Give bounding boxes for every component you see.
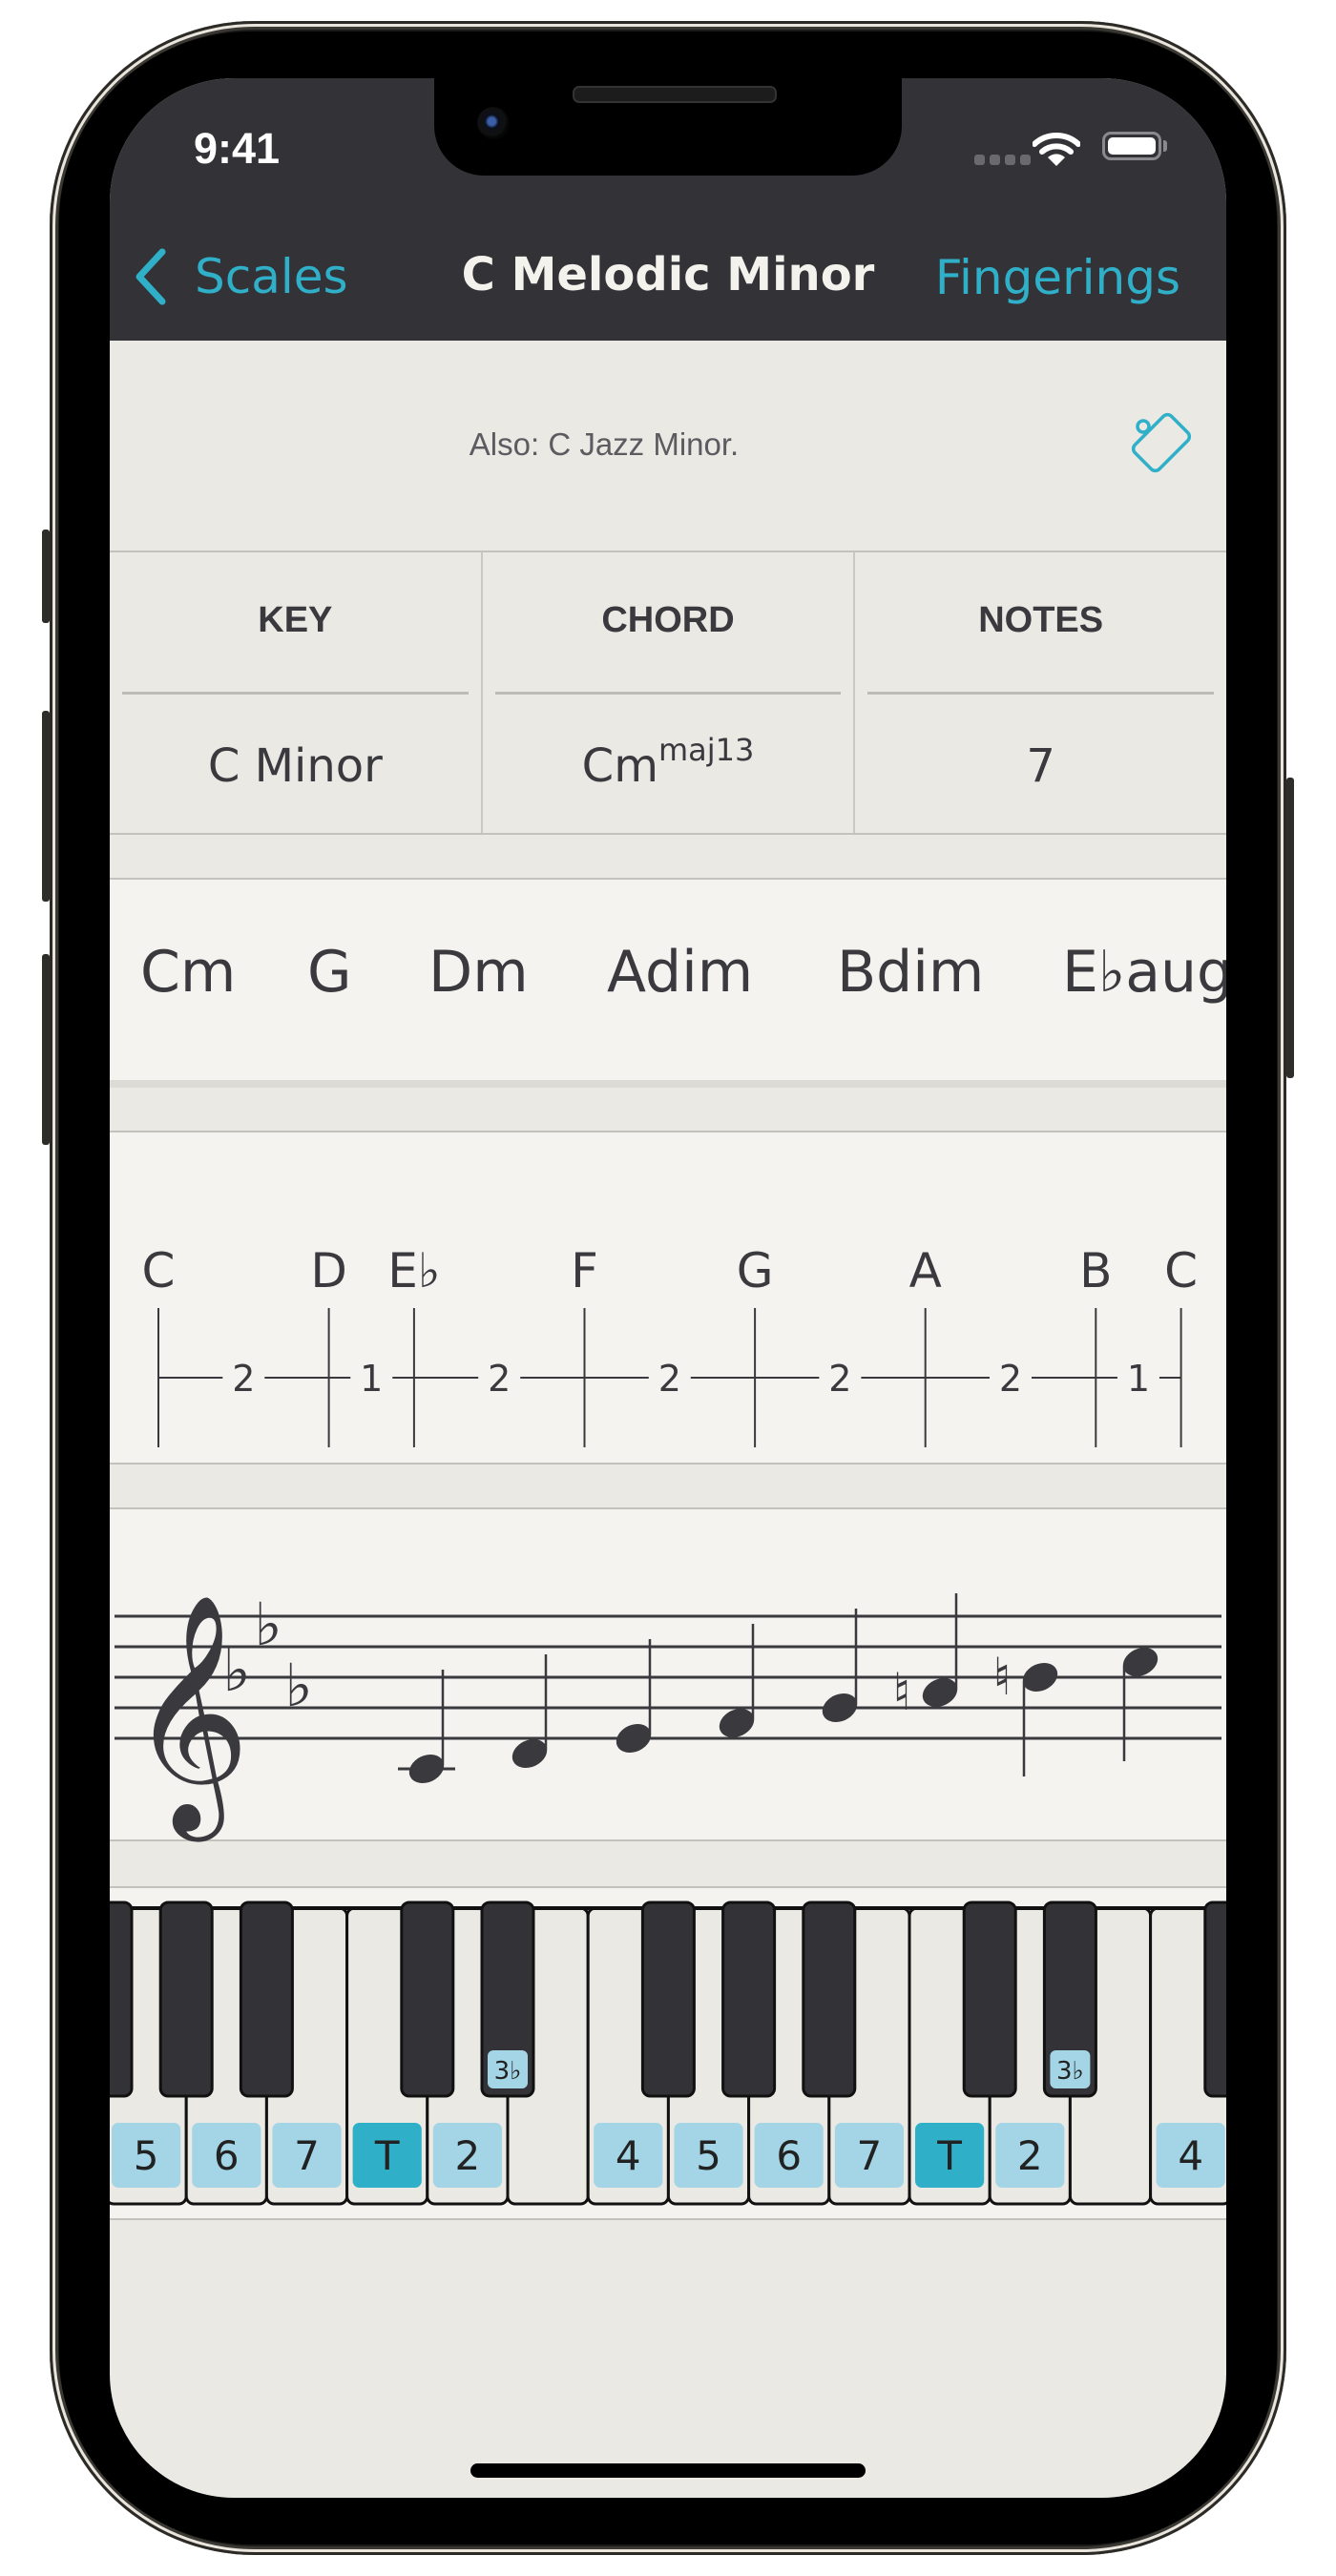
interval-step-label: 1 [1127, 1358, 1150, 1400]
interval-step-label: 2 [488, 1358, 511, 1400]
black-key-G♯ [721, 1901, 777, 2098]
divider [867, 692, 1215, 695]
chevron-left-icon [136, 248, 166, 305]
degree-badge-label: 4 [616, 2132, 641, 2179]
natural-accidental: ♮ [892, 1662, 910, 1722]
degree-badge-label: 2 [455, 2132, 481, 2179]
back-button[interactable]: Scales [134, 248, 348, 305]
chord-item[interactable]: E♭aug [1062, 939, 1226, 1006]
chord-strip[interactable]: Cm G Dm Adim Bdim E♭aug [110, 878, 1226, 1088]
black-key-F♯ [1203, 1901, 1226, 2098]
note-name-label: G [737, 1243, 774, 1298]
black-key-C♯ [400, 1901, 455, 2098]
interval-step-label: 1 [360, 1358, 383, 1400]
degree-label: 6 [910, 1461, 941, 1466]
info-col-chord: CHORD Cmmaj13 [483, 552, 856, 833]
note-name-label: D [310, 1243, 347, 1298]
note-name-label: E♭ [387, 1243, 440, 1298]
staff-svg: 𝄞♭♭♭ ♮ ♮ [115, 1589, 1221, 1842]
back-button-label: Scales [195, 249, 348, 304]
info-value: C Minor [207, 739, 383, 793]
degree-badge-label: 5 [134, 2132, 159, 2179]
black-key-G♯ [158, 1901, 214, 2098]
staff-notation: 𝄞 ♭ ♭ ♭ ♮ ♮ [110, 1507, 1226, 1842]
degree-badge-label: 6 [214, 2132, 240, 2179]
also-known-as-row: Also: C Jazz Minor. [110, 341, 1226, 551]
black-key-C♯ [962, 1901, 1017, 2098]
degree-label: 2 [314, 1461, 344, 1466]
degree-badge-label: 3♭ [1056, 2057, 1084, 2086]
volume-up-button [42, 711, 50, 902]
front-camera [477, 107, 510, 139]
wifi-icon [1033, 133, 1080, 166]
info-header: KEY [258, 600, 333, 640]
interval-step-label: 2 [999, 1358, 1022, 1400]
key-signature-flat: ♭ [254, 1589, 282, 1659]
note-name-label: F [571, 1243, 598, 1298]
degree-label: 5 [740, 1461, 770, 1466]
note-name-label: B [1079, 1243, 1112, 1298]
black-key-F♯ [110, 1901, 134, 2098]
interval-step-label: 2 [658, 1358, 681, 1400]
chord-item[interactable]: Cm [140, 939, 236, 1006]
divider [494, 692, 842, 695]
tag-icon[interactable] [1126, 407, 1198, 479]
degree-label: 4 [570, 1461, 600, 1466]
treble-clef-icon: 𝄞 [129, 1591, 250, 1842]
battery-icon [1102, 132, 1161, 160]
degree-label: 7 [1080, 1461, 1111, 1466]
degree-badge-label: T [374, 2132, 400, 2179]
degree-badge-label: T [936, 2132, 962, 2179]
mute-switch [42, 530, 50, 623]
chord-item[interactable]: G [307, 939, 352, 1006]
info-value: Cmmaj13 [581, 732, 755, 793]
battery-tip [1163, 140, 1167, 152]
screen: 9:41 Scales C Melodic Minor Fingerings A… [110, 78, 1226, 2498]
black-key-A♯ [802, 1901, 857, 2098]
black-key-A♯ [239, 1901, 294, 2098]
chord-item[interactable]: Adim [607, 939, 753, 1006]
degree-badge-label: 2 [1017, 2132, 1043, 2179]
degree-badge-label: 7 [294, 2132, 320, 2179]
chord-item[interactable]: Dm [428, 939, 529, 1006]
chord-item[interactable]: Bdim [837, 939, 984, 1006]
info-header: NOTES [978, 600, 1104, 640]
note-name-label: C [142, 1243, 176, 1298]
info-col-notes: NOTES 7 [855, 552, 1226, 833]
interval-step-label: 2 [828, 1358, 851, 1400]
black-key-F♯ [640, 1901, 696, 2098]
cellular-signal-icon [974, 155, 1031, 165]
note-name-label: A [909, 1243, 942, 1298]
side-button [1286, 778, 1294, 1078]
fingerings-button[interactable]: Fingerings [935, 250, 1180, 305]
interval-step-label: 2 [232, 1358, 255, 1400]
interval-diagram-svg: 2 1 2 2 2 2 1 C T D 2 E♭ 3♭ F 4 G 5 A 6 B 7 C T [142, 1243, 1199, 1516]
info-value: 7 [1026, 739, 1055, 793]
degree-badge-label: 5 [696, 2132, 721, 2179]
info-col-key: KEY C Minor [110, 552, 483, 833]
info-header: CHORD [601, 600, 735, 640]
key-signature-flat: ♭ [284, 1651, 312, 1720]
earpiece-speaker [573, 86, 777, 103]
degree-badge-label: 6 [776, 2132, 802, 2179]
degree-label: T [1165, 1461, 1196, 1466]
degree-badge-label: 4 [1178, 2132, 1203, 2179]
volume-down-button [42, 954, 50, 1145]
divider [122, 692, 469, 695]
also-known-as-text: Also: C Jazz Minor. [469, 426, 740, 462]
piano-keyboard[interactable]: 5 6 7 T 2 4 5 6 7 T 2 4 3♭ 3♭ [110, 1886, 1226, 2220]
degree-badge-label: 3♭ [494, 2057, 522, 2086]
home-indicator[interactable] [470, 2463, 866, 2478]
key-signature-flat: ♭ [222, 1635, 250, 1705]
note-name-label: C [1164, 1243, 1198, 1298]
degree-badge-label: 7 [857, 2132, 883, 2179]
interval-diagram: 2 1 2 2 2 2 1 C T D 2 E♭ 3♭ F 4 G 5 A 6 B 7 C T [110, 1131, 1226, 1516]
status-time: 9:41 [194, 124, 281, 173]
degree-label: 3♭ [387, 1461, 440, 1466]
scale-info-table: KEY C Minor CHORD Cmmaj13 NOTES 7 [110, 551, 1226, 835]
natural-accidental: ♮ [992, 1647, 1011, 1707]
piano-svg[interactable]: 5 6 7 T 2 4 5 6 7 T 2 4 3♭ 3♭ [110, 1888, 1226, 2220]
degree-label: T [143, 1461, 174, 1466]
